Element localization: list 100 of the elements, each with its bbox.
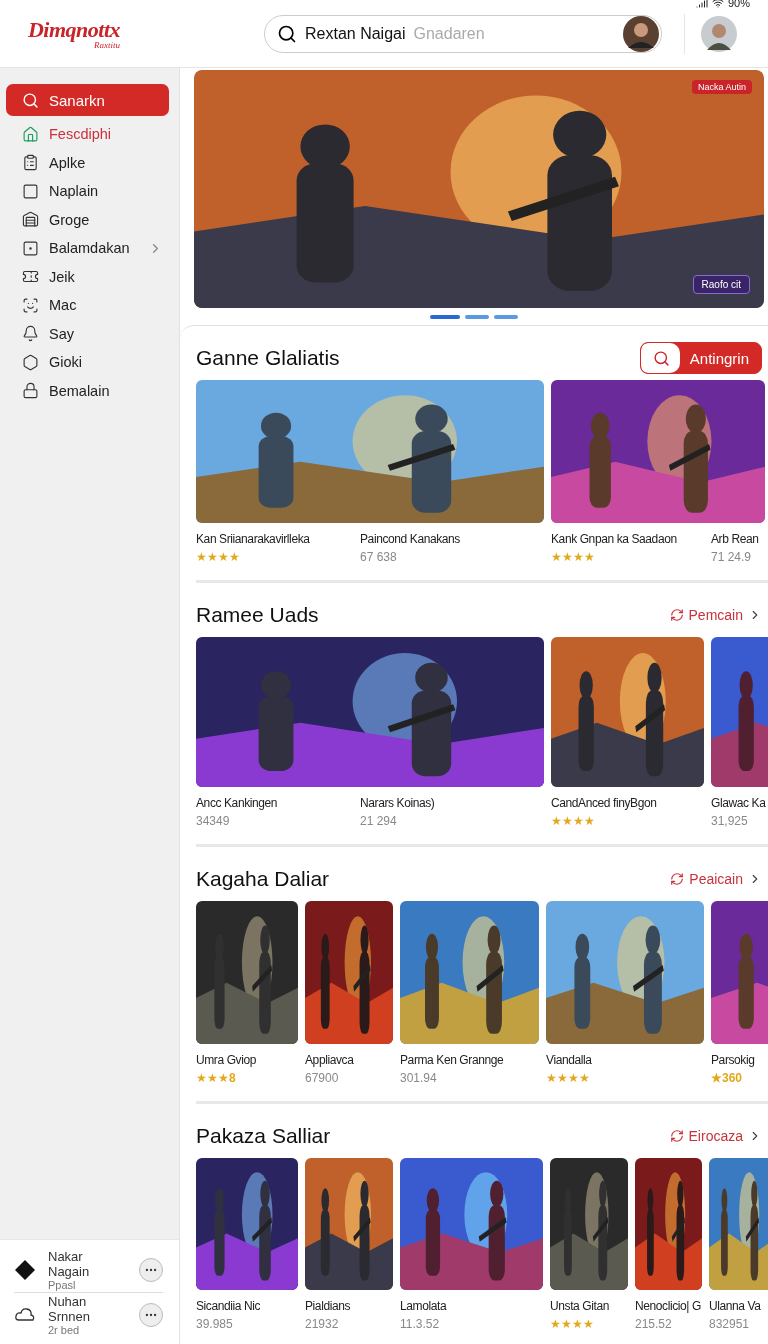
game-title: Ulanna Va [709,1299,761,1313]
star-icon: ★ [551,550,562,564]
sidebar-item[interactable]: Fescdiphi [0,120,179,149]
download-count: 31,925 [711,814,748,828]
game-title: Arb Rean [711,532,759,546]
see-all-link[interactable]: Peaicain [670,871,762,887]
game-title: Appliavca [305,1053,354,1067]
download-count: 11.3.52 [400,1317,440,1331]
download-count: 215.52 [635,1317,672,1331]
sidebar-item[interactable]: Mac [0,291,179,320]
banner-badge: Nacka Autin [691,80,752,94]
star-icon: ★ [572,1317,583,1331]
rating-score: 8 [229,1071,236,1085]
game-title: Umra Gviop [196,1053,256,1067]
star-icon: ★ [583,1317,594,1331]
game-title: Narars Koinas) [360,796,435,810]
account-detail: Ppasl [48,1279,77,1291]
search-icon [22,91,39,109]
star-icon: ★ [562,814,573,828]
game-title: Sicandiia Nic [196,1299,261,1313]
star-icon: ★ [546,1071,557,1085]
account-name: Nuhan Srnnen [48,1293,91,1324]
star-icon: ★ [207,550,218,564]
star-icon: ★ [196,1071,207,1085]
star-icon: ★ [579,1071,590,1085]
game-title: CandAnced finyBgon [551,796,657,810]
logo-tagline: Raxtitu [94,40,120,50]
game-title: Glawac Ka [711,796,766,810]
star-icon: ★ [568,1071,579,1085]
download-count: 21932 [305,1317,339,1331]
menu-icon [22,154,39,172]
sidebar-item[interactable]: Balamdakan [0,234,179,263]
search-button[interactable]: Antingrin [639,342,762,374]
download-count: 39.985 [196,1317,233,1331]
star-icon: ★ [551,814,562,828]
menu-icon [22,239,39,257]
game-title: Nenoclicio| G [635,1299,701,1313]
account-name: Nakar Nagain [48,1249,91,1279]
search-button[interactable]: Sanarkn [6,84,169,116]
download-count: 832951 [709,1317,750,1331]
section-title: Ramee Uads [196,603,319,627]
star-icon: ★ [218,550,229,564]
sidebar-item[interactable]: Groge [0,205,179,234]
game-title: Kank Gnpan ka Saadaon [551,532,677,546]
download-count: 301.94 [400,1071,437,1085]
game-title: Unsta Gitan [550,1299,609,1313]
sidebar-item[interactable]: Jeik [0,262,179,291]
sidebar-item[interactable]: Bemalain [0,376,179,405]
account-detail: 2r bed [48,1323,81,1336]
star-icon: ★ [218,1071,229,1085]
game-title: Parma Ken Grannge [400,1053,504,1067]
game-title: Parsokig [711,1053,755,1067]
search-icon [652,349,670,367]
section-title: Ganne Glaliatis [196,346,340,370]
see-all-link[interactable]: Eirocaza [669,1128,762,1144]
game-title: Lamolata [400,1299,447,1313]
star-icon: ★ [229,550,240,564]
star-icon: ★ [557,1071,568,1085]
banner-badge: Raofo cit [692,275,750,294]
sidebar-item[interactable]: Say [0,319,179,348]
sidebar-item[interactable]: Gioki [0,348,179,377]
star-icon: ★ [561,1317,572,1331]
menu-icon [22,125,39,143]
star-icon: ★ [584,814,595,828]
menu-icon [22,325,39,343]
star-icon: ★ [584,550,595,564]
game-title: Pialdians [305,1299,351,1313]
diamond-icon [14,1259,36,1281]
star-icon: ★ [573,814,584,828]
star-icon: ★ [550,1317,561,1331]
game-title: Paincond Kanakans [360,532,460,546]
rating-score: ★360 [711,1071,743,1085]
menu-icon [22,296,39,314]
game-title: Ancc Kankingen [196,796,278,810]
star-icon: ★ [573,550,584,564]
menu-icon [22,182,39,200]
refresh-icon [670,872,685,886]
see-all-link[interactable]: Pemcain [669,607,762,623]
section-title: Kagaha Daliar [196,867,330,891]
sidebar-item[interactable]: Aplke [0,148,179,177]
download-count: 71 24.9 [711,550,752,564]
refresh-icon [669,1129,684,1143]
logo: Dimqnottx [27,17,120,42]
download-count: 21 294 [360,814,397,828]
sidebar-item[interactable]: Naplain [0,177,179,206]
star-icon: ★ [196,550,207,564]
download-count: 67 638 [360,550,397,564]
menu-icon [22,211,39,229]
download-count: 67900 [305,1071,339,1085]
download-count: 34349 [196,814,230,828]
menu-icon [22,353,39,371]
wifi-icon [711,0,724,9]
star-icon: ★ [562,550,573,564]
avatar[interactable] [623,15,659,52]
section-title: Pakaza Salliar [196,1124,331,1148]
avatar[interactable] [701,15,737,52]
star-icon: ★ [207,1071,218,1085]
more-button[interactable] [139,1258,163,1282]
battery-level: 90% [727,0,750,9]
more-button[interactable] [139,1302,163,1327]
